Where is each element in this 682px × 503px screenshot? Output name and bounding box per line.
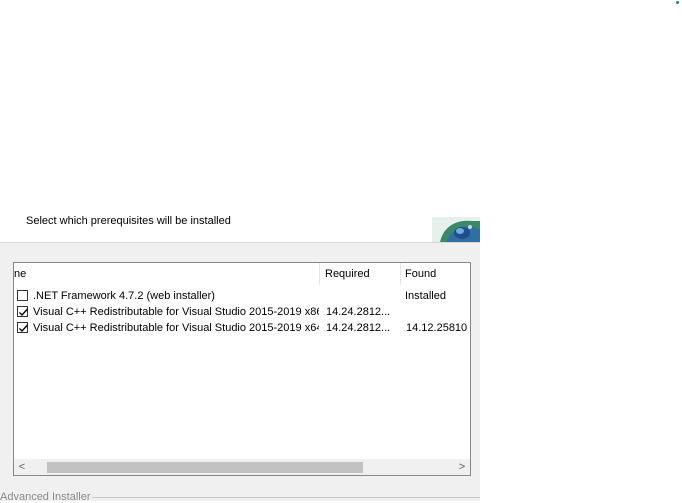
horizontal-scrollbar[interactable]: < > <box>14 459 470 475</box>
checkbox-unchecked[interactable] <box>17 290 28 301</box>
item-required: 14.24.2812... <box>326 306 391 318</box>
prerequisites-list[interactable]: ne Required Found .NET Framework 4.7.2 (… <box>13 262 471 476</box>
item-found: Installed <box>405 290 446 302</box>
scroll-thumb[interactable] <box>47 462 363 473</box>
checkmark-icon <box>19 324 29 333</box>
column-header-found[interactable]: Found <box>405 263 470 285</box>
corner-dot <box>676 1 679 4</box>
footer-brand: Advanced Installer <box>0 491 91 503</box>
column-divider[interactable] <box>400 263 401 285</box>
list-item[interactable]: Visual C++ Redistributable for Visual St… <box>14 320 470 336</box>
list-header: ne Required Found <box>14 263 470 287</box>
column-header-name[interactable]: ne <box>14 263 319 285</box>
scroll-right-button[interactable]: > <box>454 459 470 475</box>
wizard-header: Select which prerequisites will be insta… <box>0 208 480 243</box>
header-title: Select which prerequisites will be insta… <box>26 215 231 227</box>
checkmark-icon <box>19 308 29 317</box>
wizard-body: ne Required Found .NET Framework 4.7.2 (… <box>0 243 480 503</box>
footer-divider <box>92 497 480 498</box>
item-name: Visual C++ Redistributable for Visual St… <box>33 306 319 318</box>
item-name: Visual C++ Redistributable for Visual St… <box>33 322 319 334</box>
item-required: 14.24.2812... <box>326 322 391 334</box>
list-item[interactable]: .NET Framework 4.7.2 (web installer) Ins… <box>14 288 470 304</box>
item-found: 14.12.25810 <box>406 322 468 334</box>
item-name: .NET Framework 4.7.2 (web installer) <box>33 290 215 302</box>
column-divider[interactable] <box>319 263 320 285</box>
column-header-required[interactable]: Required <box>325 263 399 285</box>
installer-logo-icon <box>432 217 480 243</box>
scroll-left-button[interactable]: < <box>14 459 30 475</box>
item-found <box>405 304 469 320</box>
list-item[interactable]: Visual C++ Redistributable for Visual St… <box>14 304 470 320</box>
checkbox-checked[interactable] <box>17 322 29 333</box>
checkbox-checked[interactable] <box>17 306 29 317</box>
prerequisites-wizard: Select which prerequisites will be insta… <box>0 208 480 503</box>
item-required <box>326 288 398 304</box>
